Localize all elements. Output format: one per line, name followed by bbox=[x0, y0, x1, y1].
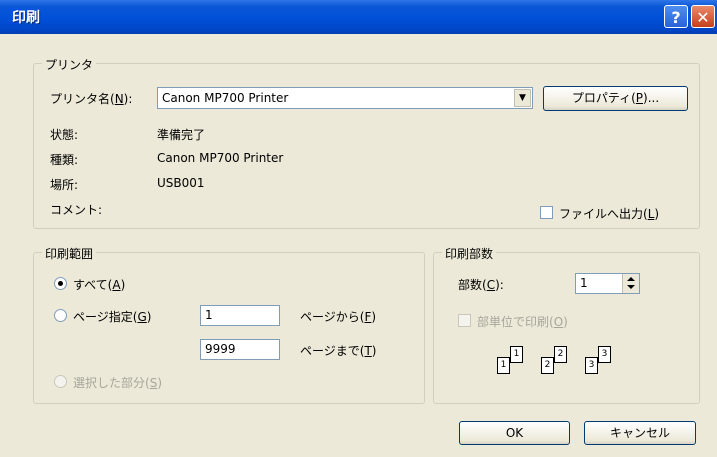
selection-radio[interactable] bbox=[54, 375, 67, 388]
selection-label: 選択した部分(S) bbox=[73, 376, 162, 390]
all-pages-radio[interactable] bbox=[54, 277, 67, 290]
close-icon[interactable]: ✕ bbox=[691, 5, 715, 28]
type-label: 種類: bbox=[50, 153, 79, 167]
collate-page-icon: 2 bbox=[541, 357, 554, 374]
copies-value: 1 bbox=[580, 276, 588, 290]
printer-select-value: Canon MP700 Printer bbox=[162, 91, 289, 105]
location-label: 場所: bbox=[50, 178, 79, 192]
printer-group-label: プリンタ bbox=[42, 56, 97, 73]
cancel-button[interactable]: キャンセル bbox=[584, 421, 696, 445]
spin-up-icon[interactable] bbox=[627, 277, 635, 281]
printer-select[interactable]: Canon MP700 Printer ▼ bbox=[157, 87, 533, 109]
collate-checkbox[interactable] bbox=[458, 314, 471, 327]
print-to-file-label[interactable]: ファイルへ出力(L) bbox=[559, 205, 659, 222]
status-value: 準備完了 bbox=[157, 128, 206, 142]
printer-name-label: プリンタ名(N): bbox=[50, 92, 133, 106]
to-page-input[interactable]: 9999 bbox=[200, 339, 280, 360]
print-to-file-checkbox[interactable] bbox=[540, 206, 553, 219]
collate-page-icon: 1 bbox=[510, 346, 523, 363]
page-range-label[interactable]: ページ指定(G) bbox=[73, 308, 151, 325]
collate-label: 部単位で印刷(O) bbox=[477, 315, 568, 329]
type-value: Canon MP700 Printer bbox=[157, 151, 284, 165]
to-page-label: ページまで(T) bbox=[300, 344, 377, 358]
copies-spinner[interactable] bbox=[622, 274, 639, 293]
from-page-label: ページから(F) bbox=[300, 310, 377, 324]
title-bar[interactable] bbox=[0, 0, 717, 34]
status-label: 状態: bbox=[50, 128, 79, 142]
collate-page-icon: 3 bbox=[585, 357, 598, 374]
properties-button[interactable]: プロパティ(P)... bbox=[543, 86, 688, 111]
comment-label: コメント: bbox=[50, 203, 103, 217]
copies-input[interactable]: 1 bbox=[575, 273, 640, 294]
chevron-down-icon[interactable]: ▼ bbox=[514, 89, 531, 107]
collate-page-icon: 2 bbox=[554, 346, 567, 363]
window-title: 印刷 bbox=[12, 10, 40, 26]
all-pages-label[interactable]: すべて(A) bbox=[73, 276, 125, 293]
collate-page-icon: 1 bbox=[497, 357, 510, 374]
page-range-radio[interactable] bbox=[54, 309, 67, 322]
copies-group-label: 印刷部数 bbox=[442, 245, 497, 262]
from-page-input[interactable]: 1 bbox=[200, 305, 280, 326]
print-range-group-label: 印刷範囲 bbox=[42, 245, 97, 262]
spin-down-icon[interactable] bbox=[627, 285, 635, 289]
copies-label: 部数(C): bbox=[458, 278, 504, 292]
help-icon[interactable]: ? bbox=[664, 5, 688, 28]
location-value: USB001 bbox=[157, 176, 205, 190]
ok-button[interactable]: OK bbox=[459, 421, 570, 445]
collate-page-icon: 3 bbox=[598, 346, 611, 363]
